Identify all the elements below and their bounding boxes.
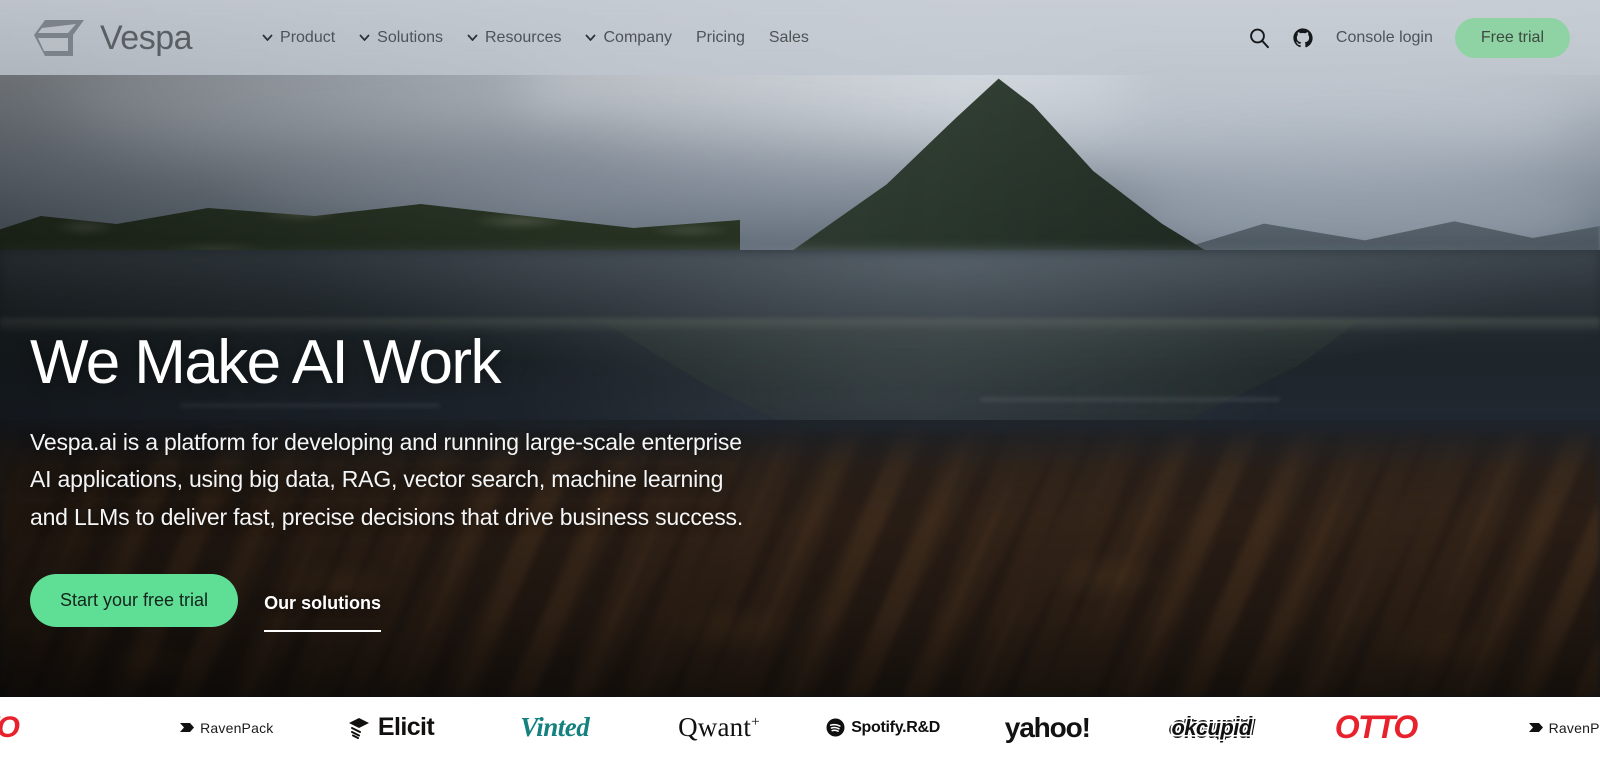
nav-label: Pricing: [695, 28, 745, 46]
nav-label: Product: [280, 28, 336, 46]
brand-logo[interactable]: Vespa: [32, 18, 193, 58]
github-icon[interactable]: [1292, 27, 1314, 49]
ravenpack-mark-icon: [1528, 723, 1543, 732]
otto-logo: OTTO: [1334, 709, 1419, 745]
console-login-link[interactable]: Console login: [1336, 29, 1433, 47]
vespa-cube-icon: [34, 19, 84, 56]
vespa-homepage: Vespa Product Solutions Resources Compan…: [0, 0, 1600, 758]
main-navigation: Product Solutions Resources Company Pric…: [262, 29, 809, 47]
site-header: Vespa Product Solutions Resources Compan…: [0, 0, 1600, 75]
chevron-down-icon: [262, 34, 273, 41]
nav-item-resources[interactable]: Resources: [467, 29, 561, 47]
nav-item-sales[interactable]: Sales: [769, 29, 809, 47]
ravenpack-logo: RavenPack: [179, 720, 273, 736]
chevron-down-icon: [467, 34, 478, 41]
nav-label: Sales: [768, 28, 809, 46]
brand-name: Vespa: [100, 18, 193, 57]
nav-item-pricing[interactable]: Pricing: [696, 29, 745, 47]
logo-item-vinted: Vinted: [473, 697, 637, 758]
elicit-wordmark: Elicit: [377, 713, 435, 741]
chevron-down-icon: [359, 34, 370, 41]
okcupid-logo: okcupid: [1171, 714, 1252, 740]
logo-item-ravenpack-2: RavenPack: [1458, 697, 1600, 758]
logo-item-ravenpack: RavenPack: [144, 697, 308, 758]
spotify-logo: Spotify.R&D: [826, 718, 940, 737]
logo-item-yahoo: yahoo!: [965, 697, 1129, 758]
otto-logo: TO: [0, 711, 20, 745]
hero-content: We Make AI Work Vespa.ai is a platform f…: [30, 328, 850, 633]
elicit-mark-icon: [348, 717, 369, 739]
hero-subtitle: Vespa.ai is a platform for developing an…: [30, 424, 850, 536]
hero-subtitle-line: and LLMs to deliver fast, precise decisi…: [30, 503, 744, 530]
hero-subtitle-line: AI applications, using big data, RAG, ve…: [30, 466, 724, 493]
spotify-wordmark: Spotify.R&D: [851, 718, 941, 736]
logo-marquee-track: TO RavenPack Elicit: [0, 697, 1600, 758]
ravenpack-wordmark: RavenPack: [1548, 719, 1600, 736]
nav-label: Company: [603, 28, 672, 46]
hero-title: We Make AI Work: [30, 328, 501, 397]
elicit-logo: Elicit: [347, 713, 435, 742]
nav-item-product[interactable]: Product: [262, 29, 335, 47]
chevron-down-icon: [585, 34, 597, 41]
yahoo-logo: yahoo!: [1004, 711, 1091, 743]
qwant-wordmark: Qwant: [678, 712, 752, 742]
header-actions: Console login Free trial: [1248, 17, 1570, 58]
logo-item-qwant: Qwant+: [637, 697, 801, 758]
logo-item-spotify-rd: Spotify.R&D: [801, 697, 965, 758]
our-solutions-link[interactable]: Our solutions: [260, 587, 385, 633]
nav-label: Resources: [485, 28, 562, 46]
qwant-logo: Qwant+: [678, 712, 760, 743]
logo-item-okcupid: okcupid: [1129, 697, 1293, 758]
spotify-mark-icon: [826, 718, 845, 737]
search-icon[interactable]: [1248, 27, 1270, 49]
logo-item-otto-partial: TO: [0, 697, 144, 758]
logo-item-otto: OTTO: [1294, 697, 1458, 758]
free-trial-button[interactable]: Free trial: [1454, 17, 1570, 58]
nav-item-company[interactable]: Company: [585, 28, 672, 47]
ravenpack-mark-icon: [180, 723, 195, 732]
nav-label: Solutions: [377, 28, 443, 46]
ravenpack-wordmark: RavenPack: [200, 719, 274, 736]
start-free-trial-button[interactable]: Start your free trial: [30, 574, 239, 628]
customer-logo-strip: TO RavenPack Elicit: [0, 697, 1600, 758]
ravenpack-logo: RavenPack: [1528, 720, 1600, 736]
qwant-plus: +: [751, 714, 760, 730]
hero-cta-group: Start your free trial Our solutions: [30, 574, 850, 633]
nav-item-solutions[interactable]: Solutions: [359, 29, 443, 47]
hero-subtitle-line: Vespa.ai is a platform for developing an…: [30, 429, 742, 455]
logo-item-elicit: Elicit: [308, 697, 472, 758]
vinted-logo: Vinted: [520, 712, 590, 742]
